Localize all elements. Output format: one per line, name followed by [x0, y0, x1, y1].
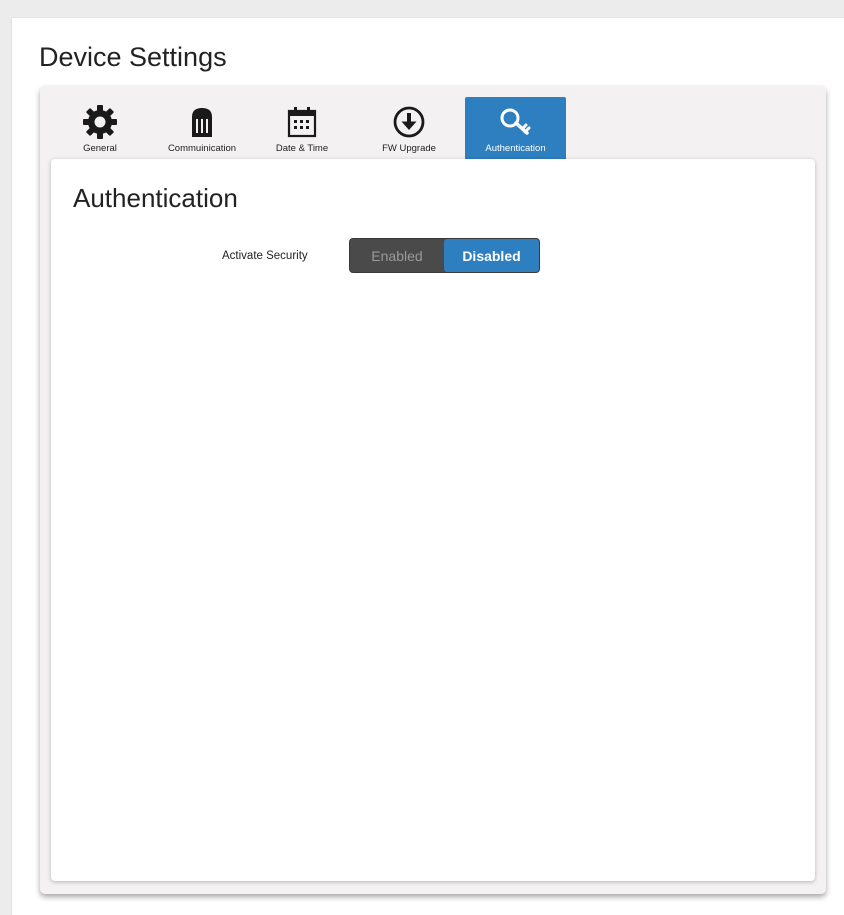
tab-label-communication: Commuinication — [167, 143, 237, 154]
activate-security-label: Activate Security — [222, 250, 308, 262]
page-title: Device Settings — [39, 42, 227, 72]
tab-label-fw-upgrade: FW Upgrade — [382, 143, 436, 154]
toggle-enabled-option[interactable]: Enabled — [350, 239, 444, 272]
section-title: Authentication — [73, 183, 238, 213]
tab-communication[interactable]: Commuinication — [152, 97, 252, 159]
download-icon — [389, 103, 429, 141]
calendar-icon — [282, 103, 322, 141]
tab-date-time[interactable]: Date & Time — [266, 97, 338, 159]
connector-icon — [182, 103, 222, 141]
tab-label-general: General — [83, 143, 117, 154]
key-icon — [496, 103, 536, 141]
tab-label-date-time: Date & Time — [275, 143, 329, 154]
settings-panel: General Commuinication Date & Time FW Up… — [40, 86, 826, 894]
tab-general[interactable]: General — [70, 97, 130, 159]
tab-label-authentication: Authentication — [485, 143, 546, 154]
gear-icon — [80, 103, 120, 141]
activate-security-toggle[interactable]: Enabled Disabled — [349, 238, 540, 273]
tab-authentication[interactable]: Authentication — [465, 97, 566, 159]
page-frame: Device Settings General Commuinication D… — [11, 17, 844, 915]
tab-fw-upgrade[interactable]: FW Upgrade — [370, 97, 448, 159]
content-card: Authentication Activate Security Enabled… — [51, 159, 815, 881]
toggle-disabled-option[interactable]: Disabled — [444, 239, 539, 272]
